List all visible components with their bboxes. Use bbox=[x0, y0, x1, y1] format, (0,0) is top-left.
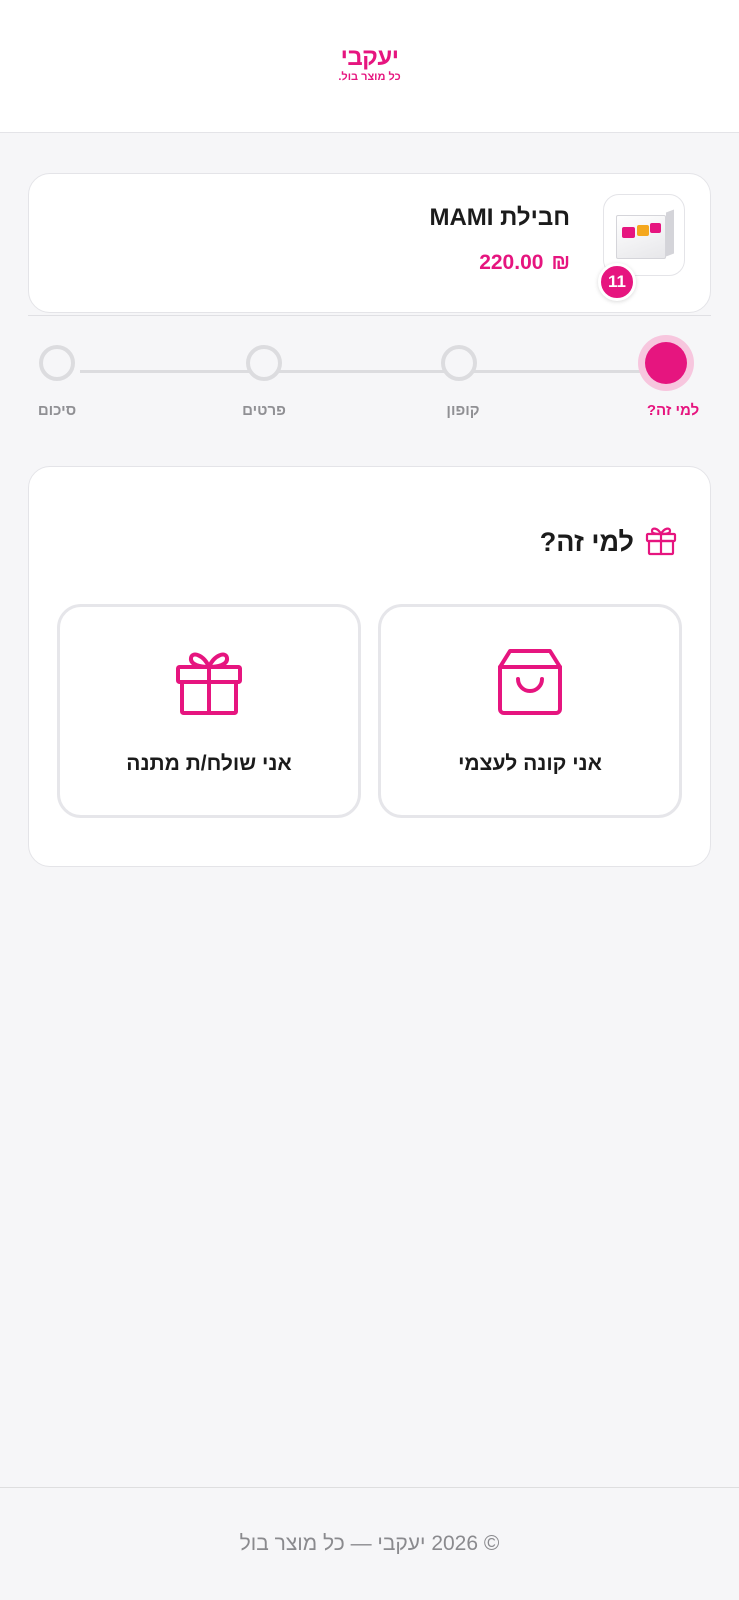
buy-for-myself-label: אני קונה לעצמי bbox=[458, 751, 602, 775]
step-label-details: פרטים bbox=[242, 402, 286, 419]
recipient-choice-card: למי זה? אני קונה לעצמי אני שולח/ת מתנה bbox=[28, 466, 711, 867]
brand-name: יעקבי bbox=[340, 43, 399, 71]
step-circle-coupon[interactable] bbox=[441, 345, 477, 381]
footer-copyright: © 2026 יעקבי — כל מוצר בול bbox=[239, 1532, 500, 1555]
step-circle-summary[interactable] bbox=[39, 345, 75, 381]
step-label-summary: סיכום bbox=[37, 402, 77, 419]
currency-symbol: ₪ bbox=[551, 251, 570, 274]
top-header: יעקבי כל מוצר בול. bbox=[0, 0, 739, 133]
send-gift-option[interactable]: אני שולח/ת מתנה bbox=[57, 604, 361, 818]
product-price: ₪ 220.00 bbox=[479, 251, 570, 275]
step-label-who: למי זה? bbox=[646, 402, 700, 419]
buy-for-myself-option[interactable]: אני קונה לעצמי bbox=[378, 604, 682, 818]
stepper-track bbox=[80, 370, 660, 373]
section-divider bbox=[28, 315, 711, 316]
quantity-badge: 11 bbox=[598, 263, 636, 301]
step-circle-details[interactable] bbox=[246, 345, 282, 381]
gift-icon bbox=[174, 647, 244, 722]
brand-tagline: כל מוצר בול. bbox=[338, 70, 401, 83]
step-circle-who[interactable] bbox=[645, 342, 687, 384]
gift-icon bbox=[644, 523, 678, 562]
checkout-page: יעקבי כל מוצר בול. חבילת MAMI ₪ 220.00 1… bbox=[0, 0, 739, 1600]
price-value: 220.00 bbox=[479, 251, 544, 274]
choice-heading-text: למי זה? bbox=[539, 527, 634, 557]
step-label-coupon: קופון bbox=[446, 402, 480, 419]
shopping-bag-icon bbox=[496, 647, 564, 722]
product-box-image bbox=[612, 205, 676, 265]
brand-logo[interactable]: יעקבי כל מוצר בול. bbox=[338, 43, 401, 84]
product-title: חבילת MAMI bbox=[429, 204, 570, 231]
page-footer: © 2026 יעקבי — כל מוצר בול bbox=[0, 1487, 739, 1600]
choice-heading: למי זה? bbox=[540, 523, 678, 562]
send-gift-label: אני שולח/ת מתנה bbox=[126, 751, 292, 775]
